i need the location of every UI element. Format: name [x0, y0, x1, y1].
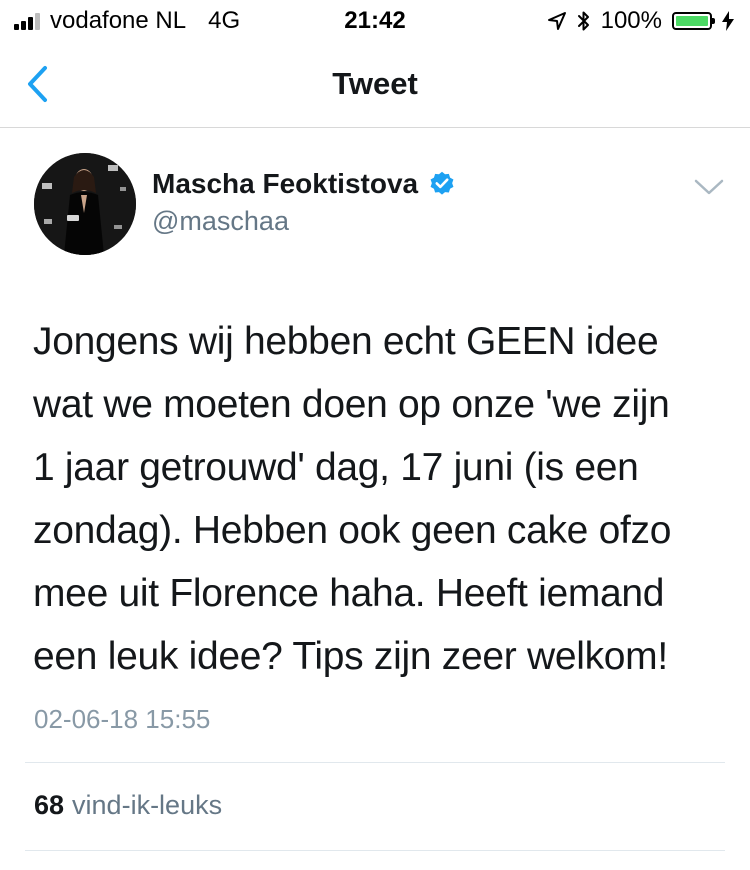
- chevron-left-icon: [28, 66, 47, 102]
- verified-badge-icon: [430, 171, 454, 195]
- likes-stat[interactable]: 68 vind-ik-leuks: [34, 790, 222, 821]
- charging-bolt-icon: [722, 11, 734, 31]
- likes-count: 68: [34, 790, 65, 820]
- battery-icon: [672, 12, 715, 30]
- tweet-text-line: Jongens wij hebben echt GEEN idee: [33, 320, 659, 363]
- author-name-row: Mascha Feoktistova: [152, 168, 456, 200]
- navigation-bar: Tweet: [0, 40, 750, 128]
- signal-strength-icon: [14, 12, 40, 30]
- tweet-text-line: 1 jaar getrouwd' dag, 17 juni (is een: [33, 446, 639, 489]
- tweet-text-line: zondag). Hebben ook geen cake ofzo: [33, 509, 672, 552]
- battery-fill: [676, 16, 708, 26]
- location-arrow-icon: [547, 12, 566, 30]
- tweet-timestamp[interactable]: 02-06-18 15:55: [34, 704, 210, 735]
- status-bar: vodafone NL 4G 21:42 100%: [0, 0, 750, 40]
- back-button[interactable]: [18, 62, 62, 106]
- divider: [25, 850, 725, 851]
- status-right: 100%: [547, 7, 734, 35]
- chevron-down-icon[interactable]: [692, 176, 726, 198]
- likes-label: vind-ik-leuks: [72, 790, 223, 820]
- avatar[interactable]: [34, 153, 136, 255]
- page-title: Tweet: [332, 66, 418, 101]
- tweet-text-line: mee uit Florence haha. Heeft iemand: [33, 572, 665, 615]
- status-left: vodafone NL 4G: [14, 7, 240, 35]
- tweet-text-line: wat we moeten doen op onze 'we zijn: [33, 383, 670, 426]
- avatar-photo: [34, 153, 136, 255]
- bluetooth-icon: [577, 11, 589, 31]
- battery-percentage: 100%: [600, 7, 662, 34]
- tweet-text-line: een leuk idee? Tips zijn zeer welkom!: [33, 635, 668, 678]
- divider: [25, 762, 725, 763]
- tweet-detail-screen: vodafone NL 4G 21:42 100% Tweet Mascha F…: [0, 0, 750, 870]
- author-handle[interactable]: @maschaa: [152, 206, 289, 237]
- tweet-text: Jongens wij hebben echt GEEN idee wat we…: [33, 310, 723, 688]
- author-name[interactable]: Mascha Feoktistova: [152, 168, 418, 200]
- carrier-name: vodafone NL: [50, 7, 187, 34]
- network-type: 4G: [208, 7, 241, 34]
